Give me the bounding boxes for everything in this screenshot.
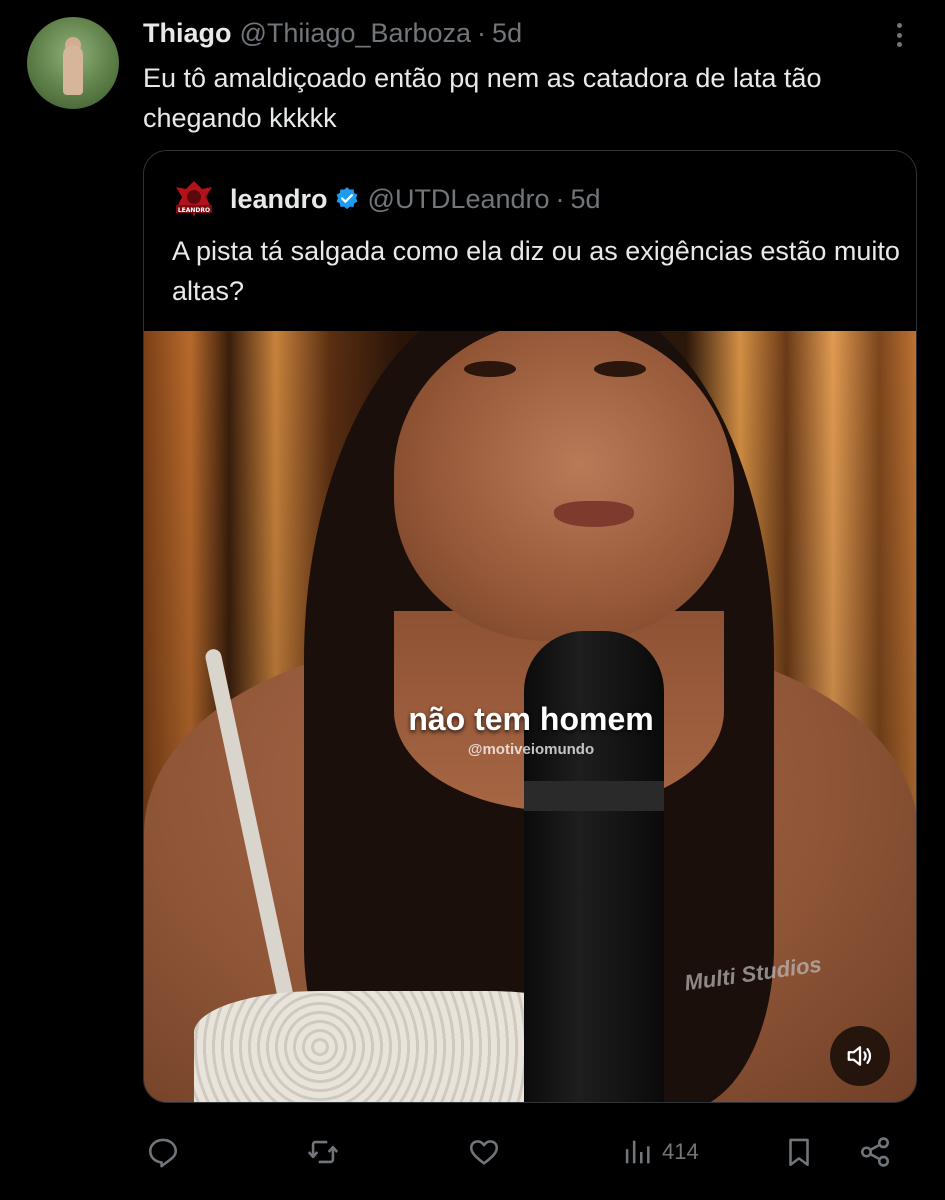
video-person-face <box>394 331 734 641</box>
verified-badge-icon <box>334 186 360 212</box>
video-watermark: @motiveiomundo <box>467 741 595 758</box>
quoted-post-header: LEANDRO leandro @UTDLeandro · 5d <box>172 181 601 217</box>
post-text: Eu tô amaldiçoado então pq nem as catado… <box>143 63 822 133</box>
post-time[interactable]: 5d <box>492 18 522 49</box>
speaker-icon[interactable] <box>830 1026 890 1086</box>
share-icon <box>860 1137 890 1167</box>
author-handle[interactable]: @Thiiago_Barboza <box>240 18 472 49</box>
views-button[interactable]: 414 <box>620 1128 699 1176</box>
microphone-band <box>524 781 664 811</box>
share-button[interactable] <box>858 1128 892 1176</box>
heart-icon <box>469 1140 499 1165</box>
quoted-post-time[interactable]: 5d <box>571 184 601 215</box>
retweet-button[interactable] <box>306 1128 340 1176</box>
more-vertical-icon[interactable] <box>888 20 910 50</box>
logo-text: LEANDRO <box>178 207 210 214</box>
like-button[interactable] <box>467 1128 501 1176</box>
reply-button[interactable] <box>146 1128 180 1176</box>
quoted-video[interactable]: Multi Studios não tem homem @motiveiomun… <box>144 331 916 1102</box>
quoted-post[interactable]: LEANDRO leandro @UTDLeandro · 5d A pista… <box>143 150 917 1103</box>
quoted-author-handle[interactable]: @UTDLeandro <box>368 184 550 215</box>
bookmark-button[interactable] <box>782 1128 816 1176</box>
views-count: 414 <box>662 1139 699 1164</box>
author-name[interactable]: Thiago <box>143 18 232 49</box>
author-avatar[interactable] <box>27 17 119 109</box>
action-bar: 414 <box>0 1128 945 1176</box>
post-header: Thiago @Thiiago_Barboza · 5d <box>143 16 522 50</box>
retweet-icon <box>307 1140 339 1164</box>
video-person-eye-right <box>594 361 646 377</box>
bookmark-icon <box>789 1138 809 1167</box>
reply-icon <box>148 1138 178 1168</box>
quoted-author-name[interactable]: leandro <box>230 184 328 215</box>
quoted-author-logo[interactable]: LEANDRO <box>172 179 216 219</box>
video-person-eye-left <box>464 361 516 377</box>
video-person-mouth <box>554 501 634 527</box>
avatar-figure-body <box>63 45 83 95</box>
separator-dot: · <box>477 17 487 48</box>
quoted-post-text: A pista tá salgada como ela diz ou as ex… <box>172 236 900 306</box>
views-icon <box>625 1140 650 1164</box>
video-caption: não tem homem <box>408 701 654 737</box>
quoted-separator-dot: · <box>555 183 565 214</box>
